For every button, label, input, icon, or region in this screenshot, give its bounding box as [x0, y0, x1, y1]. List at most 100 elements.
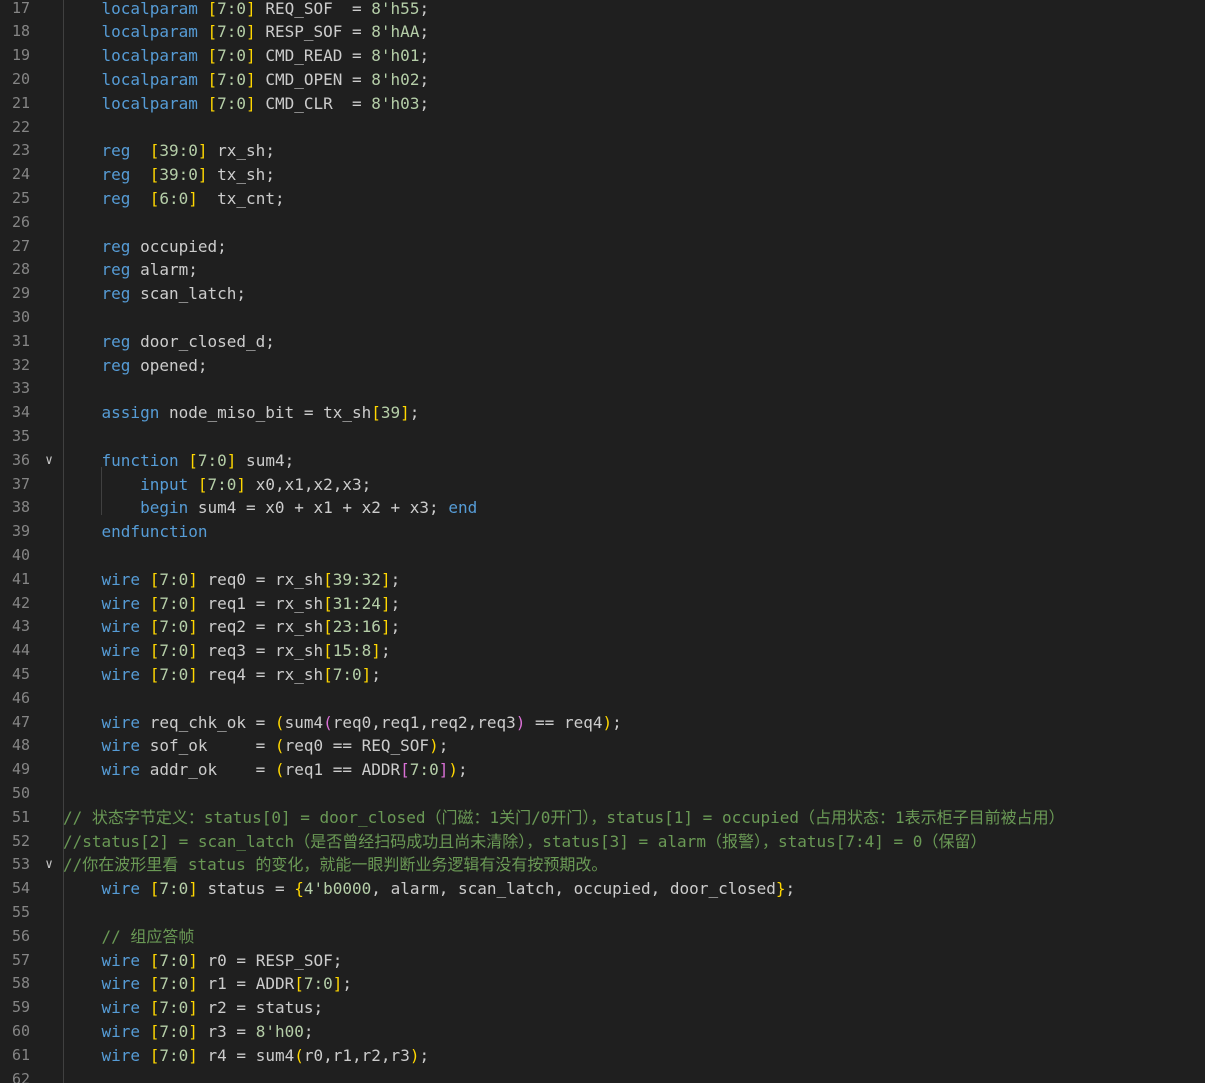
code-token: tx_sh; — [207, 165, 275, 185]
code-line[interactable]: 62 — [0, 1068, 1205, 1083]
code-text: wire [7:0] r2 = status; — [63, 996, 324, 1020]
code-token: ] — [246, 0, 256, 18]
code-line[interactable]: 22 — [0, 116, 1205, 140]
code-text: reg [39:0] rx_sh; — [63, 139, 275, 163]
code-token: [ — [323, 664, 333, 684]
line-number: 25 — [11, 188, 30, 207]
code-line[interactable]: 45 wire [7:0] req4 = rx_sh[7:0]; — [0, 663, 1205, 687]
code-token: r3 = — [197, 1021, 256, 1041]
fold-chevron-icon[interactable]: ∨ — [40, 853, 58, 877]
code-token: 8'h01 — [371, 46, 420, 66]
code-text: localparam [7:0] CMD_OPEN = 8'h02; — [63, 68, 430, 92]
code-token: 7:0 — [332, 664, 362, 684]
code-line[interactable]: 33 — [0, 377, 1205, 401]
code-line[interactable]: 49 wire addr_ok = (req1 == ADDR[7:0]); — [0, 758, 1205, 782]
code-line[interactable]: 54 wire [7:0] status = {4'b0000, alarm, … — [0, 877, 1205, 901]
code-line[interactable]: 42 wire [7:0] req1 = rx_sh[31:24]; — [0, 592, 1205, 616]
code-line[interactable]: 19 localparam [7:0] CMD_READ = 8'h01; — [0, 44, 1205, 68]
code-token: ] — [188, 974, 198, 994]
line-number: 29 — [11, 284, 30, 303]
code-line[interactable]: 36 ∨ function [7:0] sum4; — [0, 449, 1205, 473]
line-number: 52 — [11, 831, 30, 850]
code-token: wire — [101, 879, 141, 899]
code-line[interactable]: 32 reg opened; — [0, 354, 1205, 378]
code-token: 8'h00 — [255, 1021, 304, 1041]
code-line[interactable]: 58 wire [7:0] r1 = ADDR[7:0]; — [0, 972, 1205, 996]
code-token: [ — [207, 0, 218, 18]
line-number: 42 — [11, 593, 30, 612]
code-token: ; — [612, 712, 622, 732]
code-token: 39:0 — [159, 165, 198, 185]
code-token: assign — [101, 403, 160, 423]
code-line[interactable]: 40 — [0, 544, 1205, 568]
code-token: ] — [188, 641, 198, 661]
code-token: ; — [419, 46, 430, 66]
code-token: endfunction — [101, 522, 208, 542]
code-line[interactable]: 39 endfunction — [0, 520, 1205, 544]
code-line[interactable]: 52 //status[2] = scan_latch（是否曾经扫码成功且尚未清除… — [0, 830, 1205, 854]
code-text: localparam [7:0] REQ_SOF = 8'h55; — [63, 0, 430, 20]
code-line[interactable]: 21 localparam [7:0] CMD_CLR = 8'h03; — [0, 92, 1205, 116]
code-text: wire [7:0] req0 = rx_sh[39:32]; — [63, 568, 401, 592]
code-token: 7:0 — [159, 974, 189, 994]
code-line[interactable]: 47 wire req_chk_ok = (sum4(req0,req1,req… — [0, 711, 1205, 735]
code-line[interactable]: 55 — [0, 901, 1205, 925]
code-line[interactable]: 50 — [0, 782, 1205, 806]
code-line[interactable]: 30 — [0, 306, 1205, 330]
code-token: [ — [149, 188, 160, 208]
code-line[interactable]: 35 — [0, 425, 1205, 449]
code-line[interactable]: 56 // 组应答帧 — [0, 925, 1205, 949]
code-line[interactable]: 26 — [0, 211, 1205, 235]
code-line[interactable]: 48 wire sof_ok = (req0 == REQ_SOF); — [0, 734, 1205, 758]
code-token: localparam — [101, 46, 198, 66]
code-token: [ — [149, 165, 160, 185]
line-number: 44 — [11, 641, 30, 660]
code-line[interactable]: 60 wire [7:0] r3 = 8'h00; — [0, 1020, 1205, 1044]
code-line[interactable]: 31 reg door_closed_d; — [0, 330, 1205, 354]
code-token: , alarm, scan_latch, occupied, door_clos… — [371, 879, 776, 899]
code-line[interactable]: 37 input [7:0] x0,x1,x2,x3; — [0, 473, 1205, 497]
code-token: ] — [188, 569, 198, 589]
code-line[interactable]: 29 reg scan_latch; — [0, 282, 1205, 306]
code-line[interactable]: 53 ∨//你在波形里看 status 的变化，就能一眼判断业务逻辑有没有按预期改… — [0, 853, 1205, 877]
code-line[interactable]: 20 localparam [7:0] CMD_OPEN = 8'h02; — [0, 68, 1205, 92]
code-line[interactable]: 41 wire [7:0] req0 = rx_sh[39:32]; — [0, 568, 1205, 592]
code-line[interactable]: 43 wire [7:0] req2 = rx_sh[23:16]; — [0, 615, 1205, 639]
code-line[interactable]: 44 wire [7:0] req3 = rx_sh[15:8]; — [0, 639, 1205, 663]
code-token: wire — [101, 1021, 141, 1041]
fold-chevron-icon[interactable]: ∨ — [40, 449, 58, 473]
line-number: 46 — [11, 688, 30, 707]
code-token: req3 = rx_sh — [197, 641, 324, 661]
code-line[interactable]: 28 reg alarm; — [0, 258, 1205, 282]
code-line[interactable]: 57 wire [7:0] r0 = RESP_SOF; — [0, 949, 1205, 973]
code-line[interactable]: 24 reg [39:0] tx_sh; — [0, 163, 1205, 187]
code-line[interactable]: 46 — [0, 687, 1205, 711]
code-token: ; — [419, 69, 430, 89]
line-number: 24 — [11, 165, 30, 184]
code-line[interactable]: 18 localparam [7:0] RESP_SOF = 8'hAA; — [0, 20, 1205, 44]
code-line[interactable]: 23 reg [39:0] rx_sh; — [0, 139, 1205, 163]
code-line[interactable]: 27 reg occupied; — [0, 235, 1205, 259]
code-token: 7:0 — [217, 93, 247, 113]
code-token: ; — [419, 93, 430, 113]
code-line[interactable]: 38 begin sum4 = x0 + x1 + x2 + x3; end — [0, 496, 1205, 520]
code-line[interactable]: 59 wire [7:0] r2 = status; — [0, 996, 1205, 1020]
code-token: 7:0 — [217, 46, 247, 66]
line-number: 27 — [11, 236, 30, 255]
code-editor[interactable]: 17 localparam [7:0] REQ_SOF = 8'h55; 18 l… — [0, 0, 1205, 1083]
code-line[interactable]: 17 localparam [7:0] REQ_SOF = 8'h55; — [0, 0, 1205, 20]
code-token: reg — [101, 165, 131, 185]
code-line[interactable]: 34 assign node_miso_bit = tx_sh[39]; — [0, 401, 1205, 425]
code-line[interactable]: 51 // 状态字节定义：status[0] = door_closed（门磁：1… — [0, 806, 1205, 830]
code-line[interactable]: 61 wire [7:0] r4 = sum4(r0,r1,r2,r3); — [0, 1044, 1205, 1068]
code-line[interactable]: 25 reg [6:0] tx_cnt; — [0, 187, 1205, 211]
